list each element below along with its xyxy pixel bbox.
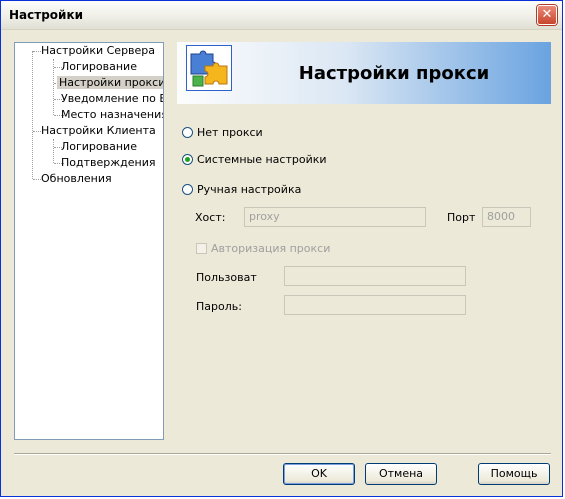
settings-tree[interactable]: Настройки Сервера Логирование Настройки …	[14, 42, 164, 440]
cancel-button[interactable]: Отмена	[365, 463, 437, 485]
tree-item-email-notify[interactable]: Уведомление по E-ma	[59, 91, 163, 106]
ok-button[interactable]: OK	[283, 463, 355, 485]
tree-item-label: Настройки прокси	[57, 76, 163, 89]
page-title: Настройки прокси	[298, 63, 490, 84]
window-title: Настройки	[9, 8, 84, 22]
tree-item-label: Настройки Клиента	[41, 124, 156, 137]
tree-item-proxy-settings[interactable]: Настройки прокси	[57, 75, 163, 90]
tree-item-server-logging[interactable]: Логирование	[59, 59, 139, 74]
password-label: Пароль:	[196, 300, 242, 313]
radio-indicator	[182, 154, 193, 165]
tree-item-confirmations[interactable]: Подтверждения	[59, 155, 158, 170]
tree-item-label: Подтверждения	[61, 156, 156, 169]
tree-line	[32, 51, 33, 179]
host-input[interactable]: proxy	[244, 207, 426, 227]
proxy-auth-checkbox[interactable]: Авторизация прокси	[196, 242, 330, 255]
checkbox-indicator	[196, 243, 207, 254]
system-settings-radio[interactable]: Системные настройки	[182, 153, 327, 166]
manual-settings-label: Ручная настройка	[197, 183, 302, 196]
host-label: Хост:	[195, 211, 226, 224]
system-settings-label: Системные настройки	[197, 153, 327, 166]
radio-indicator	[182, 184, 193, 195]
proxy-auth-label: Авторизация прокси	[211, 242, 331, 255]
password-input[interactable]	[284, 295, 466, 315]
port-input[interactable]: 8000	[482, 207, 531, 227]
radio-indicator	[182, 127, 193, 138]
username-input[interactable]	[284, 266, 466, 286]
divider	[14, 453, 551, 455]
no-proxy-radio[interactable]: Нет прокси	[182, 126, 263, 139]
tree-item-client-settings[interactable]: Настройки Клиента	[39, 123, 158, 138]
page-header: Настройки прокси	[177, 42, 551, 104]
title-bar: Настройки ✕	[1, 1, 562, 30]
tree-item-label: Настройки Сервера	[41, 44, 156, 57]
help-button[interactable]: Помощь	[478, 463, 550, 485]
tree-item-label: Уведомление по E-ma	[61, 92, 163, 105]
no-proxy-label: Нет прокси	[197, 126, 263, 139]
tree-item-server-settings[interactable]: Настройки Сервера	[39, 43, 157, 58]
tree-line	[53, 139, 54, 163]
port-label: Порт	[447, 211, 476, 224]
tree-item-label: Логирование	[61, 140, 137, 153]
manual-settings-radio[interactable]: Ручная настройка	[182, 183, 301, 196]
settings-dialog: Настройки ✕ Настройки Сервера Логировани…	[0, 0, 563, 497]
tree-item-label: Логирование	[61, 60, 137, 73]
tree-item-label: Обновления	[41, 172, 112, 185]
username-label: Пользоват	[196, 271, 257, 284]
tree-item-destination[interactable]: Место назначения	[59, 107, 164, 122]
tree-item-client-logging[interactable]: Логирование	[59, 139, 139, 154]
close-button[interactable]: ✕	[537, 5, 557, 25]
tree-item-updates[interactable]: Обновления	[39, 171, 114, 186]
tree-item-label: Место назначения	[61, 108, 164, 121]
close-icon: ✕	[541, 7, 553, 22]
